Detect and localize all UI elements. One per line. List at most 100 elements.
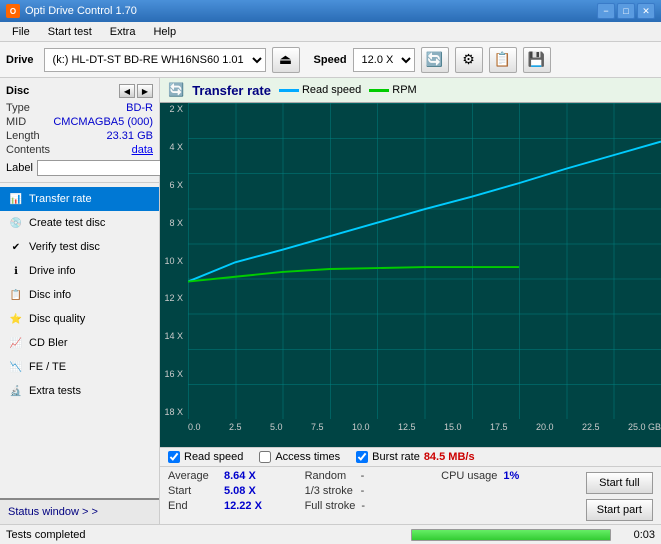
disc-icons: ◀ ▶ [119, 84, 153, 98]
read-speed-checkbox-item: Read speed [168, 451, 243, 463]
legend-rpm: RPM [369, 84, 416, 96]
info-button[interactable]: 📋 [489, 47, 517, 73]
average-value: 8.64 X [224, 470, 256, 482]
menu-extra[interactable]: Extra [102, 24, 144, 40]
nav-item-disc-info[interactable]: 📋Disc info [0, 283, 159, 307]
x-label-25: 25.0 GB [628, 422, 661, 432]
x-label-2_5: 2.5 [229, 422, 242, 432]
nav-item-disc-quality[interactable]: ⭐Disc quality [0, 307, 159, 331]
disc-title: Disc [6, 85, 29, 97]
menu-help[interactable]: Help [145, 24, 184, 40]
y-label-18: 18 X [162, 408, 186, 417]
access-times-checkbox[interactable] [259, 451, 271, 463]
refresh-button[interactable]: 🔄 [421, 47, 449, 73]
disc-icon-btn-1[interactable]: ◀ [119, 84, 135, 98]
nav-item-fe-te[interactable]: 📉FE / TE [0, 355, 159, 379]
nav-icon-create-test-disc: 💿 [9, 216, 23, 230]
y-label-8: 8 X [162, 219, 186, 228]
left-panel: Disc ◀ ▶ Type BD-R MID CMCMAGBA5 (000) L… [0, 78, 160, 524]
label-input[interactable] [37, 160, 175, 176]
status-bar: Tests completed 0:03 [0, 524, 661, 544]
close-button[interactable]: ✕ [637, 3, 655, 19]
minimize-button[interactable]: − [597, 3, 615, 19]
label-label: Label [6, 162, 33, 174]
disc-section: Disc ◀ ▶ Type BD-R MID CMCMAGBA5 (000) L… [0, 78, 159, 183]
progress-bar-fill [412, 530, 610, 540]
x-label-12_5: 12.5 [398, 422, 416, 432]
contents-value[interactable]: data [132, 144, 153, 156]
y-label-12: 12 X [162, 294, 186, 303]
nav-item-transfer-rate[interactable]: 📊Transfer rate [0, 187, 159, 211]
chart-svg [188, 103, 661, 315]
access-times-cb-label: Access times [275, 451, 340, 463]
x-label-7_5: 7.5 [311, 422, 324, 432]
checkbox-row: Read speed Access times Burst rate 84.5 … [160, 448, 661, 467]
cpu-stat: CPU usage 1% [441, 470, 578, 482]
x-label-5: 5.0 [270, 422, 283, 432]
stats-group-left: Average 8.64 X Start 5.08 X End 12.22 X [168, 470, 305, 521]
mid-row: MID CMCMAGBA5 (000) [6, 116, 153, 128]
chart-footer: Read speed Access times Burst rate 84.5 … [160, 447, 661, 524]
nav-icon-verify-test-disc: ✔ [9, 240, 23, 254]
average-label: Average [168, 470, 218, 482]
drive-selector[interactable]: (k:) HL-DT-ST BD-RE WH16NS60 1.01 [44, 48, 266, 72]
nav-item-drive-info[interactable]: ℹDrive info [0, 259, 159, 283]
chart-container: 18 X 16 X 14 X 12 X 10 X 8 X 6 X 4 X 2 X… [160, 103, 661, 447]
status-window-link[interactable]: Status window > > [0, 498, 159, 524]
random-stat: Random - [305, 470, 442, 482]
read-speed-checkbox[interactable] [168, 451, 180, 463]
nav-label-create-test-disc: Create test disc [29, 217, 105, 229]
x-axis: 0.0 2.5 5.0 7.5 10.0 12.5 15.0 17.5 20.0… [188, 419, 661, 447]
save-button[interactable]: 💾 [523, 47, 551, 73]
app-title: Opti Drive Control 1.70 [25, 5, 137, 17]
nav-item-create-test-disc[interactable]: 💿 Create test disc [0, 211, 159, 235]
nav-icon-disc-quality: ⭐ [9, 312, 23, 326]
legend-read-color [279, 89, 299, 92]
title-controls: − □ ✕ [597, 3, 655, 19]
toolbar: Drive (k:) HL-DT-ST BD-RE WH16NS60 1.01 … [0, 42, 661, 78]
menu-bar: File Start test Extra Help [0, 22, 661, 42]
full-stroke-stat: Full stroke - [305, 500, 442, 512]
menu-start-test[interactable]: Start test [40, 24, 100, 40]
burst-rate-checkbox[interactable] [356, 451, 368, 463]
disc-header: Disc ◀ ▶ [6, 84, 153, 98]
read-speed-cb-label: Read speed [184, 451, 243, 463]
nav-label-fe-te: FE / TE [29, 361, 66, 373]
x-label-17_5: 17.5 [490, 422, 508, 432]
x-label-0: 0.0 [188, 422, 201, 432]
eject-button[interactable]: ⏏ [272, 47, 300, 73]
nav-item-extra-tests[interactable]: 🔬Extra tests [0, 379, 159, 403]
title-bar-left: O Opti Drive Control 1.70 [6, 4, 137, 18]
start-label: Start [168, 485, 218, 497]
legend-read: Read speed [279, 84, 361, 96]
burst-rate-cb-label: Burst rate [372, 451, 420, 463]
one-third-stat: 1/3 stroke - [305, 485, 442, 497]
menu-file[interactable]: File [4, 24, 38, 40]
disc-icon-btn-2[interactable]: ▶ [137, 84, 153, 98]
y-label-6: 6 X [162, 181, 186, 190]
end-stat: End 12.22 X [168, 500, 305, 512]
length-label: Length [6, 130, 40, 142]
burst-rate-checkbox-item: Burst rate 84.5 MB/s [356, 451, 474, 463]
start-full-button[interactable]: Start full [586, 472, 653, 494]
nav-label-cd-bler: CD Bler [29, 337, 68, 349]
nav-icon-cd-bler: 📈 [9, 336, 23, 350]
x-label-22_5: 22.5 [582, 422, 600, 432]
nav-icon-transfer-rate: 📊 [9, 192, 23, 206]
end-value: 12.22 X [224, 500, 262, 512]
y-label-2: 2 X [162, 105, 186, 114]
one-third-value: - [361, 485, 365, 497]
random-label: Random [305, 470, 355, 482]
length-row: Length 23.31 GB [6, 130, 153, 142]
y-label-4: 4 X [162, 143, 186, 152]
maximize-button[interactable]: □ [617, 3, 635, 19]
rpm-line [188, 267, 519, 281]
speed-selector[interactable]: 12.0 X [353, 48, 415, 72]
nav-item-cd-bler[interactable]: 📈 CD Bler [0, 331, 159, 355]
start-part-button[interactable]: Start part [586, 499, 653, 521]
nav-item-verify-test-disc[interactable]: ✔Verify test disc [0, 235, 159, 259]
start-stat: Start 5.08 X [168, 485, 305, 497]
status-text: Tests completed [6, 529, 407, 541]
x-label-15: 15.0 [444, 422, 462, 432]
settings-button[interactable]: ⚙ [455, 47, 483, 73]
